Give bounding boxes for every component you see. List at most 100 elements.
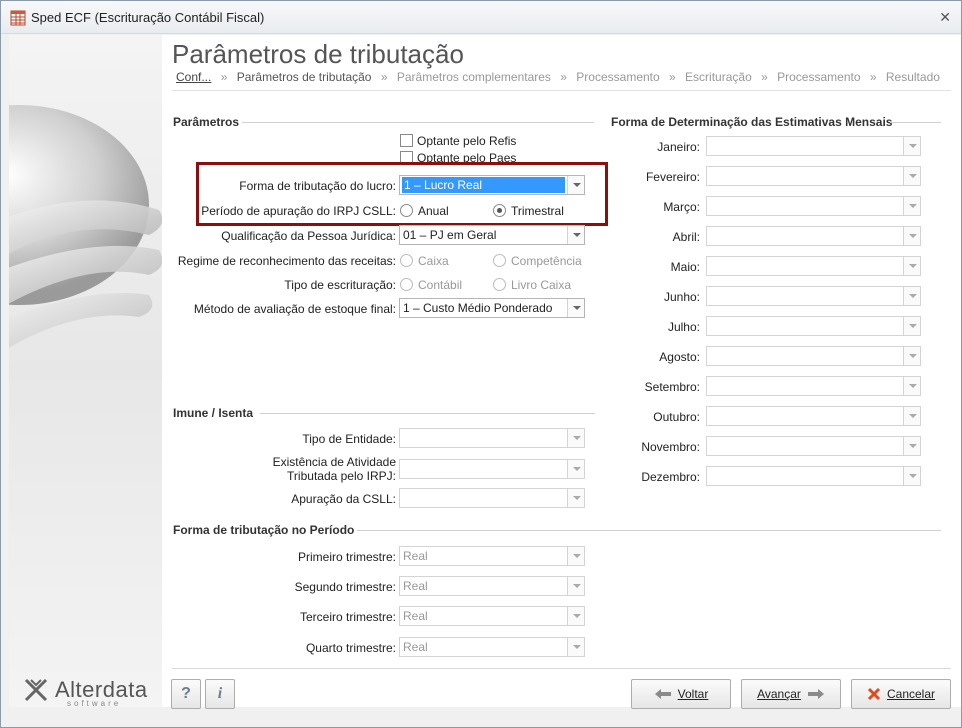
label-existencia-2: Tributada pelo IRPJ: (287, 469, 396, 483)
select-julho[interactable] (706, 316, 921, 336)
breadcrumb-separator: » (380, 70, 388, 84)
cancel-button[interactable]: Cancelar (851, 679, 951, 709)
chevron-down-icon[interactable] (903, 137, 920, 155)
chevron-down-icon[interactable] (903, 317, 920, 335)
breadcrumb-separator: » (761, 70, 768, 84)
breadcrumb-item-processamento: Processamento (576, 70, 660, 84)
select-value: 01 – PJ em Geral (403, 228, 497, 242)
breadcrumb-item-resultado: Resultado (885, 70, 940, 84)
back-button[interactable]: Voltar (631, 679, 731, 709)
radio-regime-caixa[interactable]: Caixa (400, 254, 449, 268)
select-dezembro[interactable] (706, 466, 921, 486)
select-primeiro-trimestre[interactable]: Real (399, 546, 585, 566)
label-quarto-trimestre: Quarto trimestre: (305, 641, 396, 655)
select-apuracao-csll[interactable] (399, 488, 585, 508)
brand-sub: software (67, 699, 122, 707)
back-button-label: Voltar (677, 687, 709, 701)
label-existencia-1: Existência de Atividade (272, 455, 396, 469)
title-bar: Sped ECF (Escrituração Contábil Fiscal) … (1, 1, 961, 34)
select-setembro[interactable] (706, 376, 921, 396)
next-button[interactable]: Avançar (741, 679, 841, 709)
chevron-down-icon[interactable] (567, 299, 584, 317)
label-terceiro-trimestre: Terceiro trimestre: (299, 610, 396, 624)
radio-label: Caixa (418, 254, 449, 268)
spreadsheet-icon (10, 10, 26, 26)
select-outubro[interactable] (706, 406, 921, 426)
close-icon[interactable]: ✕ (939, 9, 951, 26)
chevron-down-icon[interactable] (903, 467, 920, 485)
help-button[interactable]: ? (171, 679, 201, 709)
select-fevereiro[interactable] (706, 166, 921, 186)
checkbox-box[interactable] (400, 134, 413, 147)
chevron-down-icon[interactable] (903, 347, 920, 365)
select-tipo-entidade[interactable] (399, 428, 585, 448)
arrow-left-icon (654, 689, 671, 699)
select-value: Real (403, 609, 428, 623)
select-existencia-atividade[interactable] (399, 459, 585, 479)
select-junho[interactable] (706, 286, 921, 306)
chevron-down-icon[interactable] (903, 227, 920, 245)
breadcrumb-item-conf[interactable]: Conf... (176, 70, 211, 84)
select-novembro[interactable] (706, 436, 921, 456)
chevron-down-icon[interactable] (903, 437, 920, 455)
chevron-down-icon[interactable] (567, 429, 584, 447)
select-value: 1 – Custo Médio Ponderado (403, 301, 553, 315)
main-panel: Parâmetros de tributação Conf... » Parâm… (162, 35, 961, 709)
chevron-down-icon[interactable] (903, 377, 920, 395)
label-abril: Abril: (672, 230, 700, 244)
breadcrumb-separator: » (869, 70, 877, 84)
label-junho: Junho: (663, 290, 700, 304)
radio-dot[interactable] (493, 254, 506, 267)
select-terceiro-trimestre[interactable]: Real (399, 606, 585, 626)
chevron-down-icon[interactable] (903, 407, 920, 425)
info-button[interactable]: i (205, 679, 235, 709)
window-title: Sped ECF (Escrituração Contábil Fiscal) (31, 10, 265, 25)
select-marco[interactable] (706, 196, 921, 216)
section-title-imune: Imune / Isenta (173, 406, 254, 420)
select-abril[interactable] (706, 226, 921, 246)
radio-label: Contábil (418, 278, 463, 292)
select-segundo-trimestre[interactable]: Real (399, 576, 585, 596)
chevron-down-icon[interactable] (567, 638, 584, 656)
label-tipo-entidade: Tipo de Entidade: (302, 432, 396, 446)
label-primeiro-trimestre: Primeiro trimestre: (297, 550, 396, 564)
radio-regime-competencia[interactable]: Competência (493, 254, 582, 268)
footer-divider (172, 668, 951, 669)
chevron-down-icon[interactable] (567, 460, 584, 478)
breadcrumb-item-escrituracao: Escrituração (685, 70, 752, 84)
select-metodo-avaliacao[interactable]: 1 – Custo Médio Ponderado (399, 298, 585, 318)
checkbox-label: Optante pelo Refis (417, 134, 517, 148)
chevron-down-icon[interactable] (903, 167, 920, 185)
breadcrumb-separator: » (669, 70, 676, 84)
select-agosto[interactable] (706, 346, 921, 366)
label-novembro: Novembro: (641, 440, 700, 454)
info-icon: i (217, 685, 223, 702)
radio-tipo-contabil[interactable]: Contábil (400, 278, 462, 292)
next-button-label: Avançar (757, 687, 801, 701)
select-quarto-trimestre[interactable]: Real (399, 637, 585, 657)
alterdata-logo-icon (24, 678, 48, 702)
chevron-down-icon[interactable] (903, 287, 920, 305)
side-banner: Alterdata software (9, 35, 162, 707)
chevron-down-icon[interactable] (567, 607, 584, 625)
chevron-down-icon[interactable] (567, 547, 584, 565)
chevron-down-icon[interactable] (903, 197, 920, 215)
checkbox-optante-refis[interactable]: Optante pelo Refis (400, 134, 516, 148)
select-janeiro[interactable] (706, 136, 921, 156)
chevron-down-icon[interactable] (567, 226, 584, 244)
radio-dot[interactable] (493, 278, 506, 291)
highlight-box (196, 162, 608, 226)
breadcrumb-item-processamento-2: Processamento (777, 70, 861, 84)
radio-dot[interactable] (400, 278, 413, 291)
chevron-down-icon[interactable] (567, 489, 584, 507)
select-qualificacao[interactable]: 01 – PJ em Geral (399, 225, 585, 245)
section-divider (260, 413, 595, 414)
label-maio: Maio: (670, 260, 700, 274)
label-segundo-trimestre: Segundo trimestre: (294, 580, 396, 594)
select-maio[interactable] (706, 256, 921, 276)
radio-dot[interactable] (400, 254, 413, 267)
radio-tipo-livro-caixa[interactable]: Livro Caixa (493, 278, 571, 292)
chevron-down-icon[interactable] (567, 577, 584, 595)
select-value: Real (403, 640, 428, 654)
chevron-down-icon[interactable] (903, 257, 920, 275)
